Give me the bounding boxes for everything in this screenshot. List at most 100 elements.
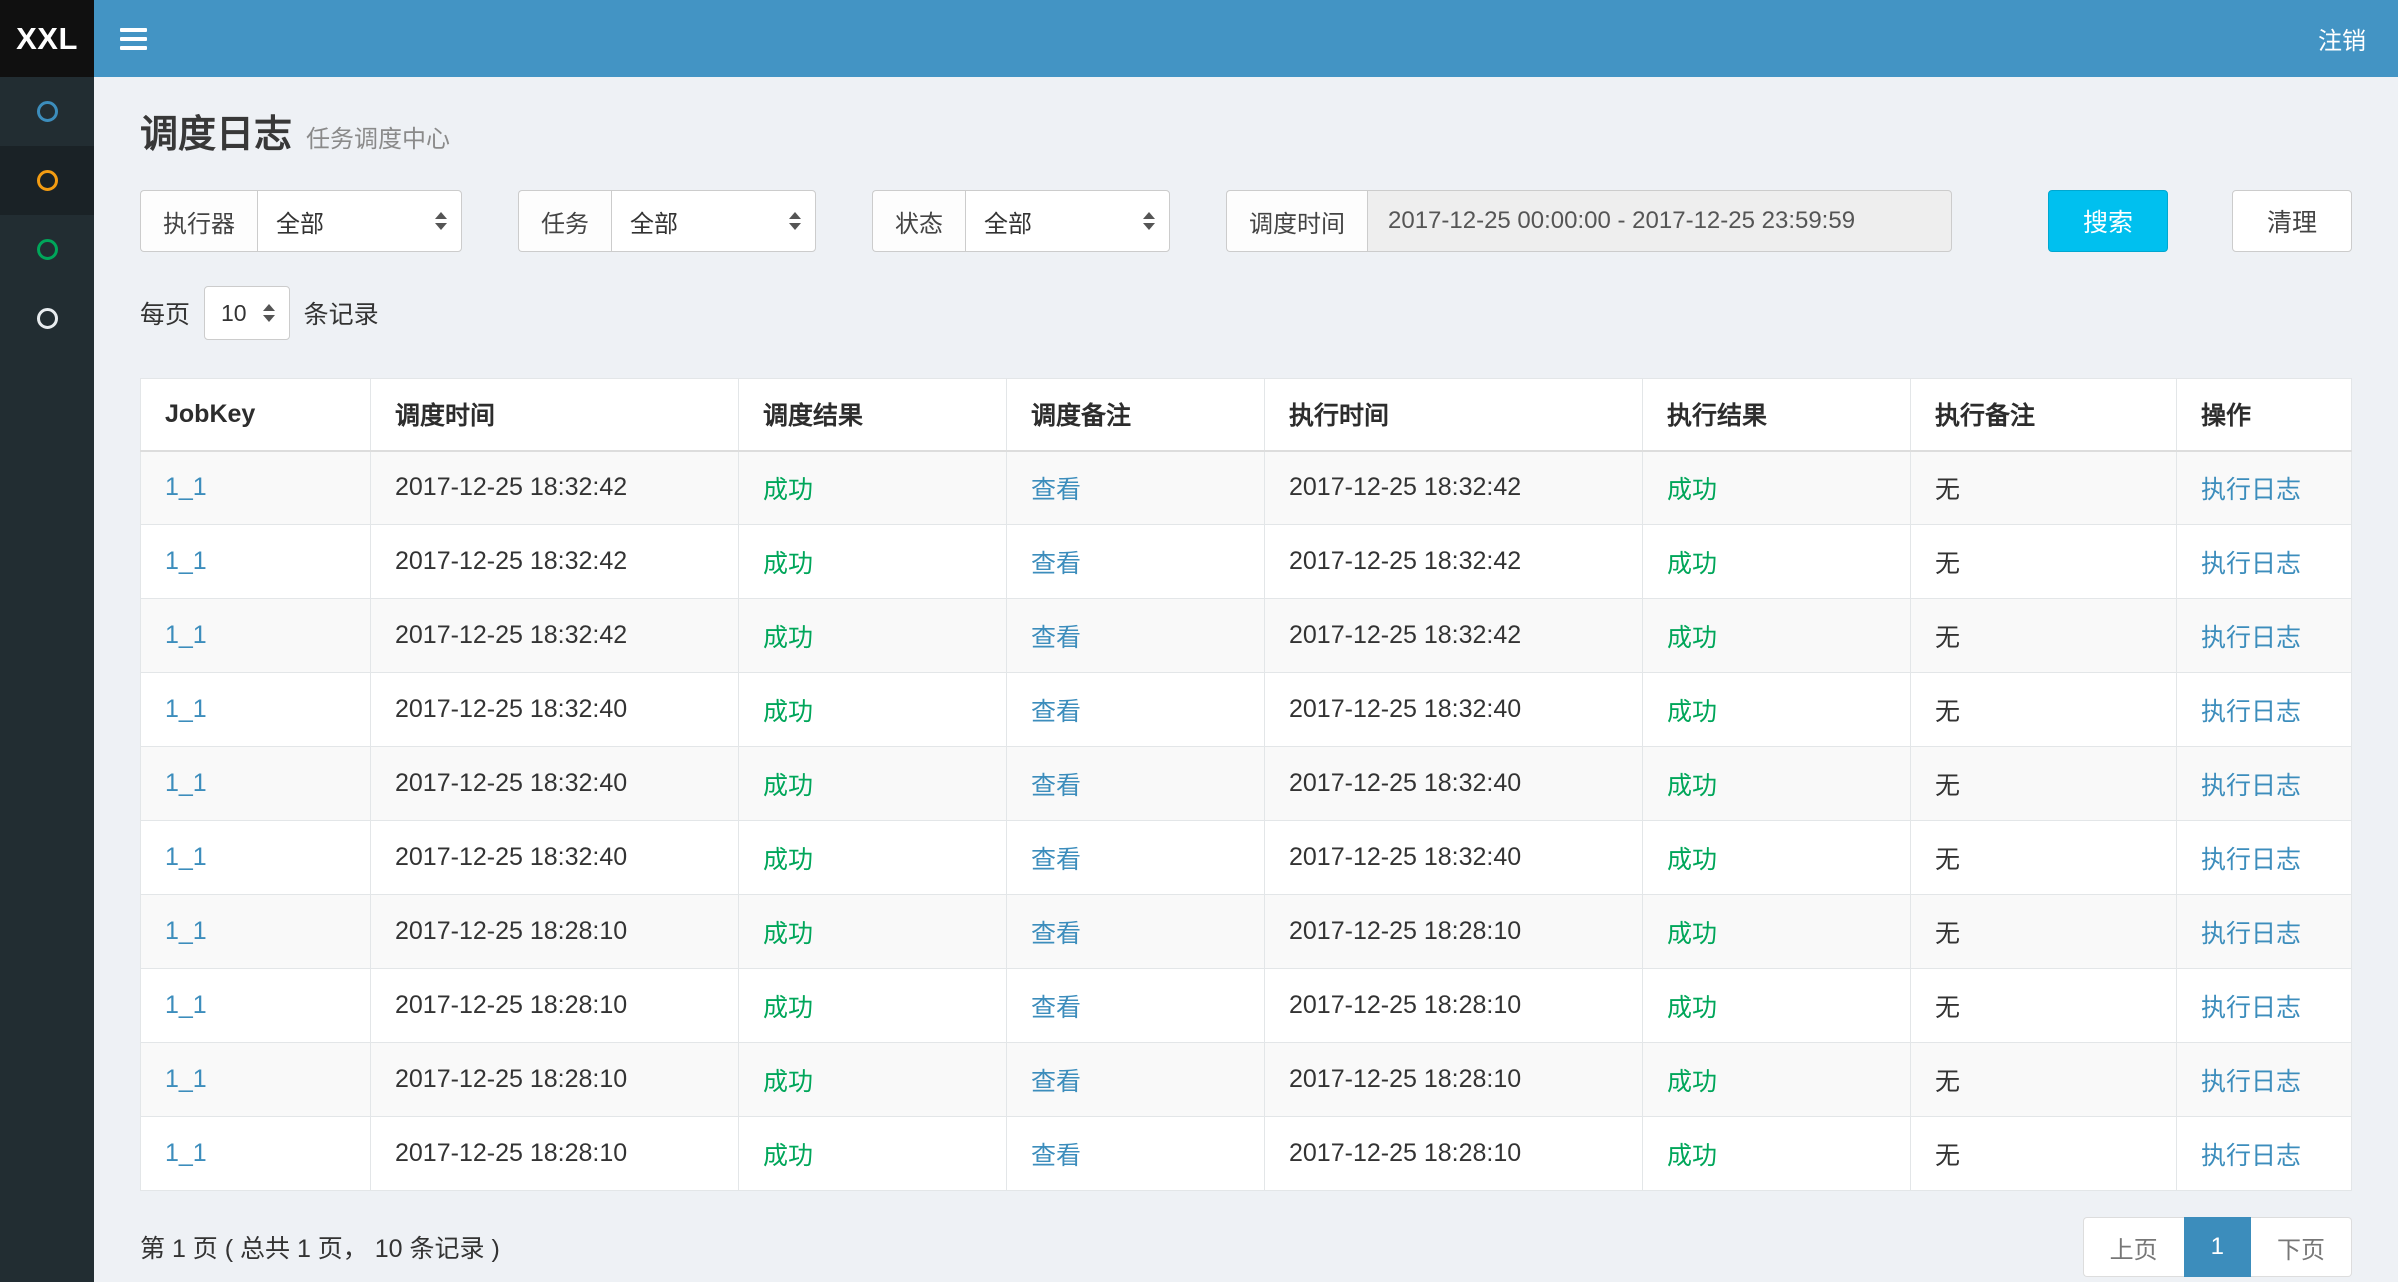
jobkey-link[interactable]: 1_1	[165, 917, 207, 945]
handle-time-cell: 2017-12-25 18:32:42	[1265, 525, 1643, 599]
handle-time-cell: 2017-12-25 18:32:40	[1265, 747, 1643, 821]
sidebar-item-menu-2[interactable]	[0, 146, 94, 215]
handle-result-cell: 成功	[1643, 1043, 1911, 1117]
status-filter-select[interactable]: 全部	[965, 190, 1170, 252]
trigger-time-filter-label: 调度时间	[1226, 190, 1367, 252]
execution-log-link[interactable]: 执行日志	[2201, 994, 2301, 1022]
execution-log-link[interactable]: 执行日志	[2201, 772, 2301, 800]
execution-log-link[interactable]: 执行日志	[2201, 920, 2301, 948]
executor-filter-label: 执行器	[140, 190, 257, 252]
executor-filter-group: 执行器 全部	[140, 190, 462, 252]
handle-time-cell: 2017-12-25 18:28:10	[1265, 1043, 1643, 1117]
col-action: 操作	[2177, 379, 2352, 451]
view-trigger-msg-link[interactable]: 查看	[1031, 1068, 1081, 1096]
sidebar-toggle-button[interactable]	[94, 0, 172, 77]
page-size-suffix: 条记录	[304, 295, 379, 331]
execution-log-link[interactable]: 执行日志	[2201, 1068, 2301, 1096]
job-filter-group: 任务 全部	[518, 190, 816, 252]
sidebar-item-menu-1[interactable]	[0, 77, 94, 146]
execution-log-link[interactable]: 执行日志	[2201, 1142, 2301, 1170]
current-page-button[interactable]: 1	[2184, 1217, 2251, 1277]
trigger-result-cell: 成功	[739, 451, 1007, 525]
execution-log-link[interactable]: 执行日志	[2201, 476, 2301, 504]
clear-button[interactable]: 清理	[2232, 190, 2352, 252]
executor-filter-value: 全部	[276, 204, 324, 239]
view-trigger-msg-link[interactable]: 查看	[1031, 698, 1081, 726]
table-row: 1_1 2017-12-25 18:32:40 成功 查看 2017-12-25…	[141, 821, 2352, 895]
handle-msg-cell: 无	[1911, 821, 2177, 895]
jobkey-link[interactable]: 1_1	[165, 695, 207, 723]
handle-time-cell: 2017-12-25 18:28:10	[1265, 895, 1643, 969]
trigger-time-cell: 2017-12-25 18:32:40	[371, 747, 739, 821]
pagination: 上页 1 下页	[2083, 1217, 2352, 1277]
select-arrows-icon	[789, 212, 801, 230]
jobkey-link[interactable]: 1_1	[165, 843, 207, 871]
executor-filter-select[interactable]: 全部	[257, 190, 462, 252]
execution-log-link[interactable]: 执行日志	[2201, 698, 2301, 726]
view-trigger-msg-link[interactable]: 查看	[1031, 920, 1081, 948]
trigger-result-cell: 成功	[739, 673, 1007, 747]
trigger-time-cell: 2017-12-25 18:32:40	[371, 673, 739, 747]
menu-icon	[120, 37, 147, 41]
handle-result-cell: 成功	[1643, 747, 1911, 821]
handle-time-cell: 2017-12-25 18:32:40	[1265, 673, 1643, 747]
page-size-prefix: 每页	[140, 295, 190, 331]
handle-result-cell: 成功	[1643, 821, 1911, 895]
app-logo[interactable]: XXL	[0, 0, 94, 77]
trigger-result-cell: 成功	[739, 525, 1007, 599]
jobkey-link[interactable]: 1_1	[165, 1139, 207, 1167]
handle-time-cell: 2017-12-25 18:32:42	[1265, 599, 1643, 673]
job-filter-select[interactable]: 全部	[611, 190, 816, 252]
view-trigger-msg-link[interactable]: 查看	[1031, 550, 1081, 578]
view-trigger-msg-link[interactable]: 查看	[1031, 846, 1081, 874]
page-size-select[interactable]: 10	[204, 286, 290, 340]
sidebar-item-menu-3[interactable]	[0, 215, 94, 284]
view-trigger-msg-link[interactable]: 查看	[1031, 1142, 1081, 1170]
view-trigger-msg-link[interactable]: 查看	[1031, 476, 1081, 504]
select-arrows-icon	[263, 304, 275, 322]
jobkey-link[interactable]: 1_1	[165, 1065, 207, 1093]
execution-log-link[interactable]: 执行日志	[2201, 550, 2301, 578]
execution-log-link[interactable]: 执行日志	[2201, 846, 2301, 874]
trigger-time-cell: 2017-12-25 18:32:40	[371, 821, 739, 895]
filter-bar: 执行器 全部 任务 全部 状态 全部 调度时间 2017-12-25 00:00…	[140, 190, 2352, 252]
table-row: 1_1 2017-12-25 18:28:10 成功 查看 2017-12-25…	[141, 1117, 2352, 1191]
next-page-button[interactable]: 下页	[2251, 1217, 2352, 1277]
handle-time-cell: 2017-12-25 18:32:42	[1265, 451, 1643, 525]
execution-log-link[interactable]: 执行日志	[2201, 624, 2301, 652]
table-row: 1_1 2017-12-25 18:28:10 成功 查看 2017-12-25…	[141, 1043, 2352, 1117]
page-title: 调度日志	[140, 103, 292, 158]
navbar-main: 注销	[94, 0, 2398, 77]
jobkey-link[interactable]: 1_1	[165, 769, 207, 797]
search-button[interactable]: 搜索	[2048, 190, 2168, 252]
handle-msg-cell: 无	[1911, 747, 2177, 821]
trigger-time-cell: 2017-12-25 18:28:10	[371, 1117, 739, 1191]
trigger-time-cell: 2017-12-25 18:32:42	[371, 451, 739, 525]
sidebar-item-menu-4[interactable]	[0, 284, 94, 353]
jobkey-link[interactable]: 1_1	[165, 991, 207, 1019]
jobkey-link[interactable]: 1_1	[165, 621, 207, 649]
status-filter-group: 状态 全部	[872, 190, 1170, 252]
trigger-result-cell: 成功	[739, 895, 1007, 969]
handle-result-cell: 成功	[1643, 673, 1911, 747]
handle-result-cell: 成功	[1643, 895, 1911, 969]
view-trigger-msg-link[interactable]: 查看	[1031, 624, 1081, 652]
jobkey-link[interactable]: 1_1	[165, 473, 207, 501]
handle-msg-cell: 无	[1911, 525, 2177, 599]
handle-result-cell: 成功	[1643, 1117, 1911, 1191]
sidebar-menu	[0, 77, 94, 1282]
view-trigger-msg-link[interactable]: 查看	[1031, 994, 1081, 1022]
jobkey-link[interactable]: 1_1	[165, 547, 207, 575]
handle-msg-cell: 无	[1911, 451, 2177, 525]
job-filter-label: 任务	[518, 190, 611, 252]
logout-link[interactable]: 注销	[2318, 21, 2366, 56]
handle-msg-cell: 无	[1911, 1043, 2177, 1117]
view-trigger-msg-link[interactable]: 查看	[1031, 772, 1081, 800]
prev-page-button[interactable]: 上页	[2083, 1217, 2184, 1277]
table-row: 1_1 2017-12-25 18:32:42 成功 查看 2017-12-25…	[141, 599, 2352, 673]
table-row: 1_1 2017-12-25 18:28:10 成功 查看 2017-12-25…	[141, 895, 2352, 969]
circle-icon	[37, 101, 58, 122]
col-trigger-time: 调度时间	[371, 379, 739, 451]
log-table-container: JobKey 调度时间 调度结果 调度备注 执行时间 执行结果 执行备注 操作 …	[140, 378, 2352, 1191]
trigger-time-range-input[interactable]: 2017-12-25 00:00:00 - 2017-12-25 23:59:5…	[1367, 190, 1952, 252]
